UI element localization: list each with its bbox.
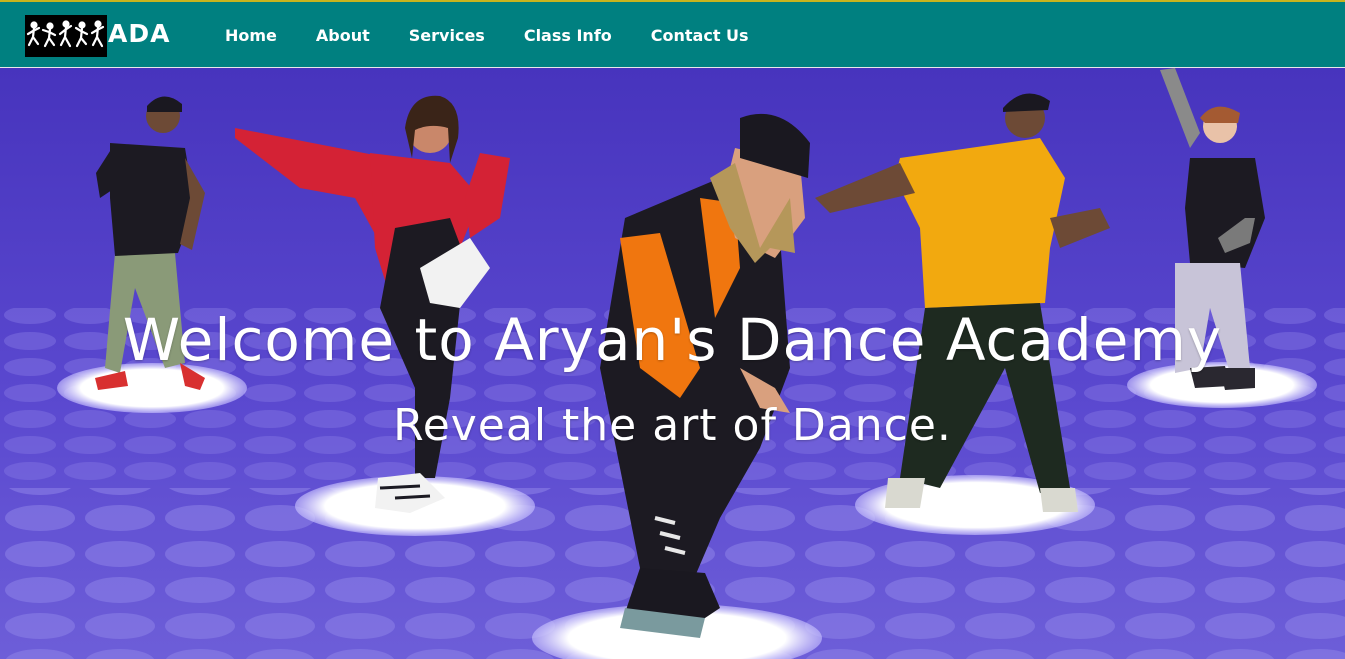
- brand-name[interactable]: ADA: [108, 19, 170, 48]
- nav-about[interactable]: About: [316, 26, 370, 45]
- top-navbar: ADA Home About Services Class Info Conta…: [0, 0, 1345, 68]
- hero-subtitle: Reveal the art of Dance.: [393, 400, 952, 451]
- nav-home[interactable]: Home: [225, 26, 277, 45]
- hero-title: Welcome to Aryan's Dance Academy: [122, 306, 1223, 374]
- nav-contact-us[interactable]: Contact Us: [651, 26, 749, 45]
- logo-image[interactable]: [25, 15, 107, 57]
- hero-banner: Welcome to Aryan's Dance Academy Reveal …: [0, 68, 1345, 659]
- nav-services[interactable]: Services: [409, 26, 485, 45]
- nav-class-info[interactable]: Class Info: [524, 26, 612, 45]
- main-nav: Home About Services Class Info Contact U…: [225, 26, 788, 45]
